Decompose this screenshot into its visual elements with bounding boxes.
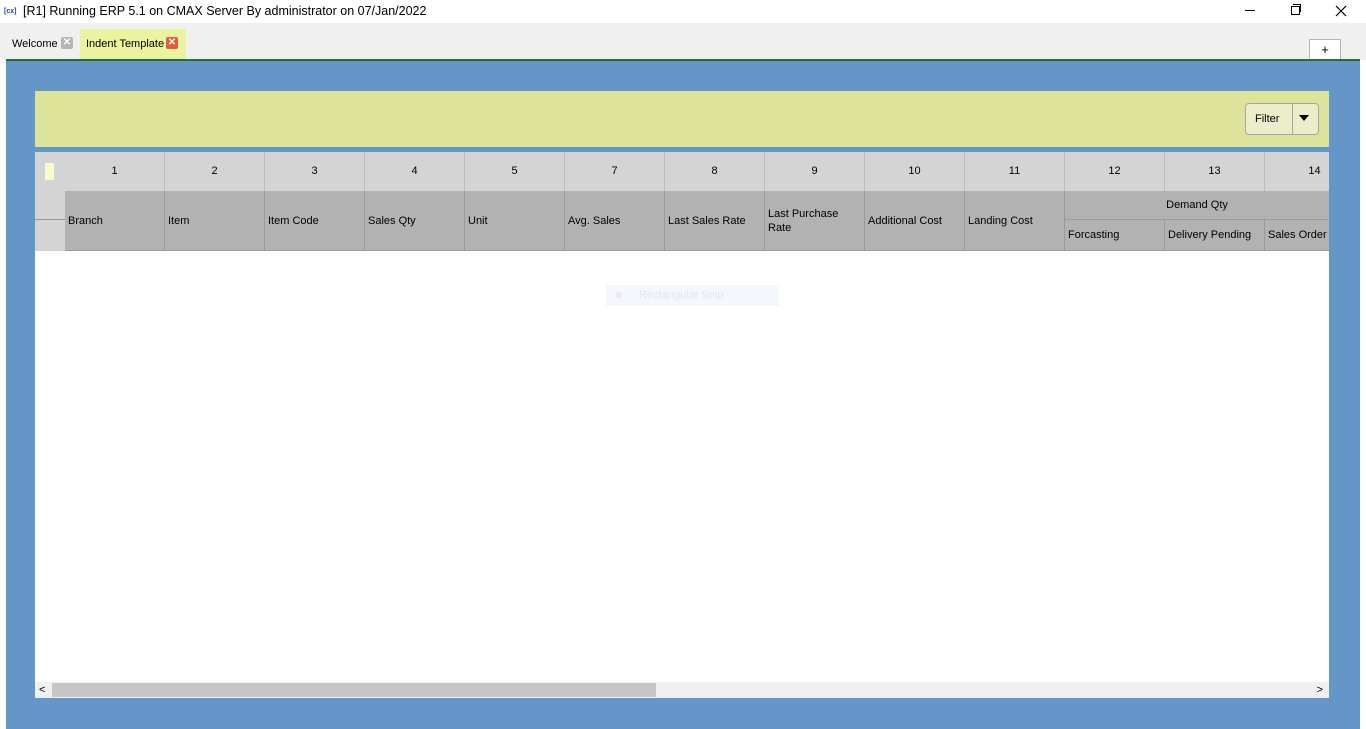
- close-window-button[interactable]: [1318, 0, 1364, 23]
- app-icon: [cx]: [4, 8, 17, 15]
- tab-close-icon[interactable]: ✕: [61, 37, 73, 49]
- column-number: 1: [65, 152, 165, 191]
- minimize-icon: [1245, 10, 1255, 11]
- filter-divider: [1292, 104, 1293, 134]
- column-number: 5: [465, 152, 565, 191]
- row-header-cell: [35, 191, 65, 220]
- scrollbar-thumb[interactable]: [52, 683, 656, 697]
- column-header-branch[interactable]: Branch: [65, 191, 165, 250]
- filter-label: Filter: [1255, 113, 1280, 125]
- tab-strip: Welcome ✕ Indent Template ✕ +: [0, 23, 1366, 61]
- column-header-delivery-pending[interactable]: Delivery Pending: [1165, 220, 1265, 250]
- column-number: 11: [965, 152, 1065, 191]
- column-number: 8: [665, 152, 765, 191]
- tab-label: Indent Template: [86, 38, 165, 50]
- column-header-item-code[interactable]: Item Code: [265, 191, 365, 250]
- scroll-left-icon[interactable]: <: [39, 685, 45, 696]
- column-group-demand-qty: Demand Qty: [1065, 191, 1329, 220]
- column-number: 13: [1165, 152, 1265, 191]
- horizontal-scrollbar[interactable]: < >: [35, 682, 1329, 698]
- chevron-down-icon[interactable]: [1299, 115, 1309, 121]
- column-number: 12: [1065, 152, 1165, 191]
- add-tab-button[interactable]: +: [1309, 39, 1341, 61]
- filter-panel: [35, 91, 1329, 147]
- column-header-unit[interactable]: Unit: [465, 191, 565, 250]
- tab-label: Welcome: [12, 38, 58, 50]
- column-number-row: 1 2 3 4 5 7 8 9 10 11 12 13 14: [35, 152, 1329, 191]
- column-header-sales-qty[interactable]: Sales Qty: [365, 191, 465, 250]
- snip-icon: [616, 292, 622, 298]
- snip-ghost-overlay: Rectangular Snip: [606, 285, 779, 306]
- window-title: [R1] Running ERP 5.1 on CMAX Server By a…: [23, 4, 427, 18]
- close-icon: [1335, 5, 1347, 17]
- column-header-item[interactable]: Item: [165, 191, 265, 250]
- column-number: 14: [1265, 152, 1329, 191]
- column-header-last-purchase-rate[interactable]: Last Purchase Rate: [765, 191, 865, 250]
- column-number: 3: [265, 152, 365, 191]
- scroll-right-icon[interactable]: >: [1317, 685, 1323, 696]
- column-number: 9: [765, 152, 865, 191]
- column-header-last-sales-rate[interactable]: Last Sales Rate: [665, 191, 765, 250]
- filter-button[interactable]: Filter: [1245, 103, 1319, 135]
- column-number: 10: [865, 152, 965, 191]
- title-bar: [cx] [R1] Running ERP 5.1 on CMAX Server…: [0, 0, 1366, 23]
- column-number: 4: [365, 152, 465, 191]
- row-header-cell: [35, 220, 65, 251]
- column-header-landing-cost[interactable]: Landing Cost: [965, 191, 1065, 250]
- column-number: 7: [565, 152, 665, 191]
- column-header-additional-cost[interactable]: Additional Cost: [865, 191, 965, 250]
- grid-corner-marker[interactable]: [45, 163, 54, 180]
- column-header-avg-sales[interactable]: Avg. Sales: [565, 191, 665, 250]
- column-header-sales-order[interactable]: Sales Order: [1265, 220, 1329, 250]
- minimize-button[interactable]: [1227, 0, 1273, 23]
- tab-indent-template[interactable]: Indent Template ✕: [80, 29, 186, 59]
- snip-label: Rectangular Snip: [639, 289, 724, 301]
- tab-welcome[interactable]: Welcome ✕: [6, 29, 80, 59]
- restore-button[interactable]: [1272, 0, 1318, 23]
- data-grid[interactable]: 1 2 3 4 5 7 8 9 10 11 12 13 14 Branch It…: [35, 152, 1329, 698]
- column-number: 2: [165, 152, 265, 191]
- tab-close-icon[interactable]: ✕: [166, 37, 178, 49]
- column-header-forcasting[interactable]: Forcasting: [1065, 220, 1165, 250]
